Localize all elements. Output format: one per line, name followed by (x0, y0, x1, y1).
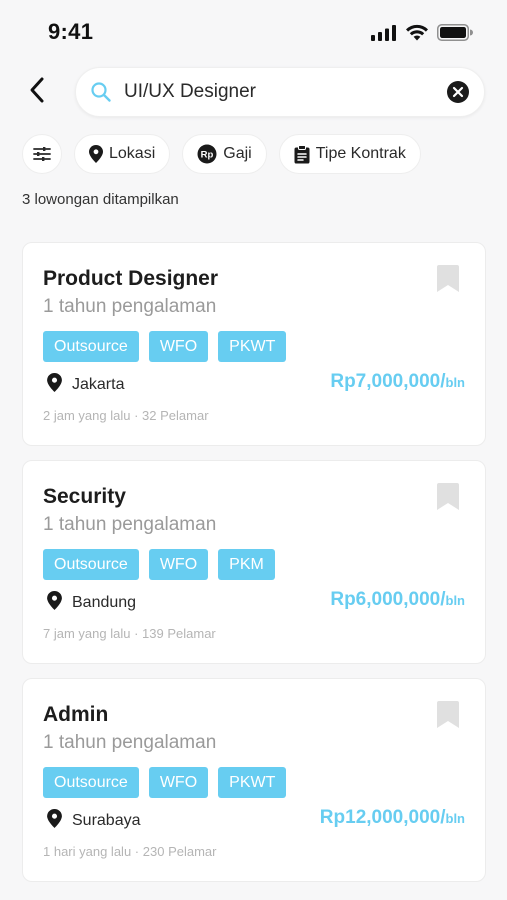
job-tag: Outsource (43, 549, 139, 580)
job-posted-time: 2 jam yang lalu (43, 408, 131, 423)
job-title: Admin (43, 703, 109, 726)
job-tag: WFO (148, 331, 209, 362)
job-location: Surabaya (47, 809, 141, 833)
status-bar: 9:41 (0, 0, 507, 66)
job-experience: 1 tahun pengalaman (43, 514, 217, 535)
filter-gaji-button[interactable]: Rp Gaji (182, 134, 267, 174)
rupiah-icon-text: Rp (201, 150, 214, 161)
filter-bar: Lokasi Rp Gaji Tipe Kontrak (22, 134, 421, 174)
job-meta: 2 jam yang lalu · 32 Pelamar (43, 408, 209, 423)
filter-settings-button[interactable] (22, 134, 62, 174)
bookmark-icon[interactable] (435, 265, 461, 293)
salary-amount: Rp12,000,000/ (319, 807, 446, 828)
job-card[interactable]: Admin 1 tahun pengalaman Outsource WFO P… (22, 678, 486, 882)
location-pin-icon (47, 373, 62, 397)
filter-lokasi-button[interactable]: Lokasi (74, 134, 171, 174)
job-salary: Rp7,000,000/bln (330, 371, 465, 393)
location-pin-icon (89, 145, 103, 163)
job-location-label: Jakarta (72, 376, 125, 393)
job-location-label: Surabaya (72, 812, 141, 829)
search-input[interactable] (124, 68, 424, 116)
job-tag: PKWT (218, 331, 287, 362)
salary-unit: bln (445, 593, 466, 608)
clipboard-icon (294, 144, 310, 164)
bookmark-icon[interactable] (435, 701, 461, 729)
meta-separator: · (134, 844, 140, 859)
job-tag: PKM (218, 549, 275, 580)
salary-unit: bln (445, 375, 466, 390)
job-tag: Outsource (43, 767, 139, 798)
job-tag: WFO (148, 549, 209, 580)
job-salary: Rp6,000,000/bln (330, 589, 465, 611)
job-applicants: 32 Pelamar (142, 408, 209, 423)
job-meta: 7 jam yang lalu · 139 Pelamar (43, 626, 216, 641)
job-tag: Outsource (43, 331, 139, 362)
rupiah-icon: Rp (197, 144, 217, 164)
job-location-label: Bandung (72, 594, 137, 611)
sliders-icon (33, 146, 51, 162)
job-title: Security (43, 485, 126, 508)
job-applicants: 230 Pelamar (142, 844, 217, 859)
status-time: 9:41 (48, 19, 94, 44)
meta-separator: · (134, 408, 139, 423)
job-applicants: 139 Pelamar (142, 626, 216, 641)
cellular-signal-icon (371, 24, 397, 41)
search-bar[interactable] (75, 67, 485, 117)
result-count: 3 lowongan ditampilkan (22, 191, 179, 208)
filter-label: Lokasi (109, 145, 156, 162)
filter-label: Tipe Kontrak (315, 145, 406, 162)
salary-amount: Rp6,000,000/ (330, 589, 446, 610)
job-tags: Outsource WFO PKWT (43, 331, 287, 362)
job-posted-time: 1 hari yang lalu (43, 844, 132, 859)
chevron-left-icon (28, 76, 48, 109)
job-experience: 1 tahun pengalaman (43, 732, 217, 753)
location-pin-icon (47, 809, 62, 833)
salary-amount: Rp7,000,000/ (330, 371, 446, 392)
job-tag: WFO (148, 767, 209, 798)
filter-label: Gaji (223, 145, 252, 162)
job-tags: Outsource WFO PKM (43, 549, 275, 580)
job-location: Jakarta (47, 373, 124, 397)
search-icon (90, 81, 112, 103)
job-tag: PKWT (218, 767, 287, 798)
location-pin-icon (47, 591, 62, 615)
job-location: Bandung (47, 591, 136, 615)
job-tags: Outsource WFO PKWT (43, 767, 287, 798)
job-experience: 1 tahun pengalaman (43, 296, 217, 317)
job-card[interactable]: Security 1 tahun pengalaman Outsource WF… (22, 460, 486, 664)
job-title: Product Designer (43, 267, 219, 290)
job-meta: 1 hari yang lalu · 230 Pelamar (43, 844, 216, 859)
clear-search-icon[interactable] (447, 81, 469, 103)
back-button[interactable] (22, 76, 54, 108)
salary-unit: bln (445, 811, 466, 826)
job-salary: Rp12,000,000/bln (320, 807, 465, 829)
job-posted-time: 7 jam yang lalu (43, 626, 131, 641)
filter-tipe-kontrak-button[interactable]: Tipe Kontrak (278, 134, 421, 174)
status-icons (371, 24, 473, 41)
meta-separator: · (134, 626, 139, 641)
job-card[interactable]: Product Designer 1 tahun pengalaman Outs… (22, 242, 486, 446)
wifi-icon (405, 24, 429, 41)
bookmark-icon[interactable] (435, 483, 461, 511)
battery-icon (437, 24, 473, 41)
